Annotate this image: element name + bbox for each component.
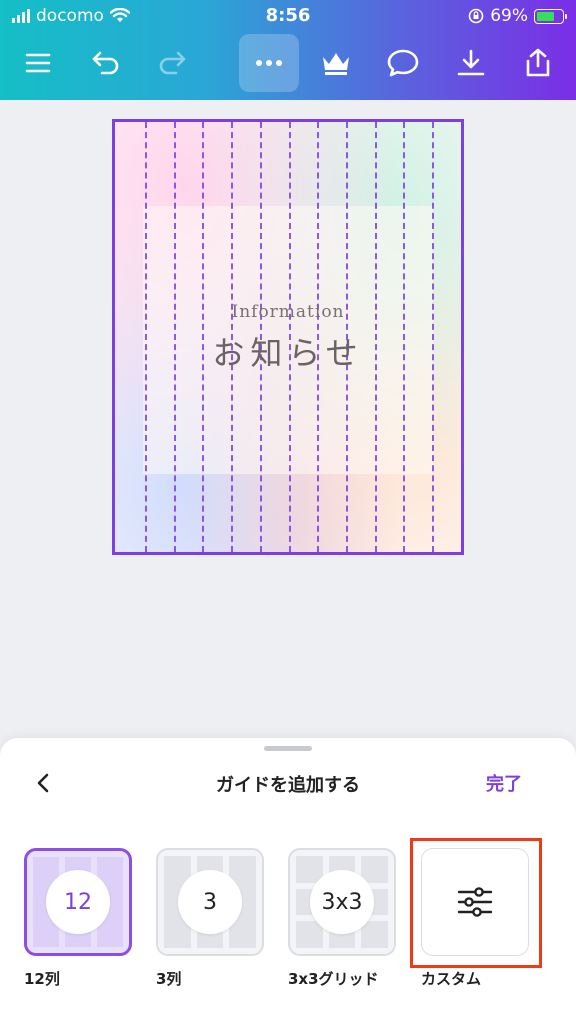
menu-icon[interactable]: [8, 34, 68, 92]
option-preview: 3: [156, 848, 264, 956]
design-subtitle: Information: [231, 302, 345, 322]
custom-option-highlight: [410, 838, 542, 968]
design-canvas[interactable]: Information お知らせ: [112, 119, 464, 555]
sheet-handle[interactable]: [264, 746, 312, 751]
app-header: docomo 8:56 69%: [0, 0, 576, 100]
option-3x3-grid[interactable]: 3x3 3x3グリッド: [288, 848, 396, 989]
status-bar: docomo 8:56 69%: [0, 0, 576, 34]
more-icon[interactable]: [239, 34, 299, 92]
option-label: 3列: [156, 970, 182, 988]
share-icon[interactable]: [508, 34, 568, 92]
battery-icon: [534, 8, 567, 24]
option-value: 3x3: [310, 870, 374, 934]
option-3-columns[interactable]: 3 3列: [156, 848, 264, 989]
toolbar: [0, 34, 576, 94]
option-value: 3: [178, 870, 242, 934]
design-title: お知らせ: [212, 334, 364, 372]
crown-icon[interactable]: [306, 34, 366, 92]
option-label: 12列: [24, 970, 60, 988]
battery-percent: 69%: [490, 6, 528, 26]
option-preview: 12: [24, 848, 132, 956]
done-button[interactable]: 完了: [486, 770, 522, 796]
download-icon[interactable]: [441, 34, 501, 92]
option-preview: 3x3: [288, 848, 396, 956]
redo-icon[interactable]: [142, 34, 202, 92]
undo-icon[interactable]: [76, 34, 136, 92]
orientation-lock-icon: [468, 8, 484, 24]
comment-icon[interactable]: [373, 34, 433, 92]
option-12-columns[interactable]: 12 12列: [24, 848, 132, 989]
option-label: 3x3グリッド: [288, 970, 379, 988]
option-label: カスタム: [421, 970, 482, 988]
option-value: 12: [46, 870, 110, 934]
